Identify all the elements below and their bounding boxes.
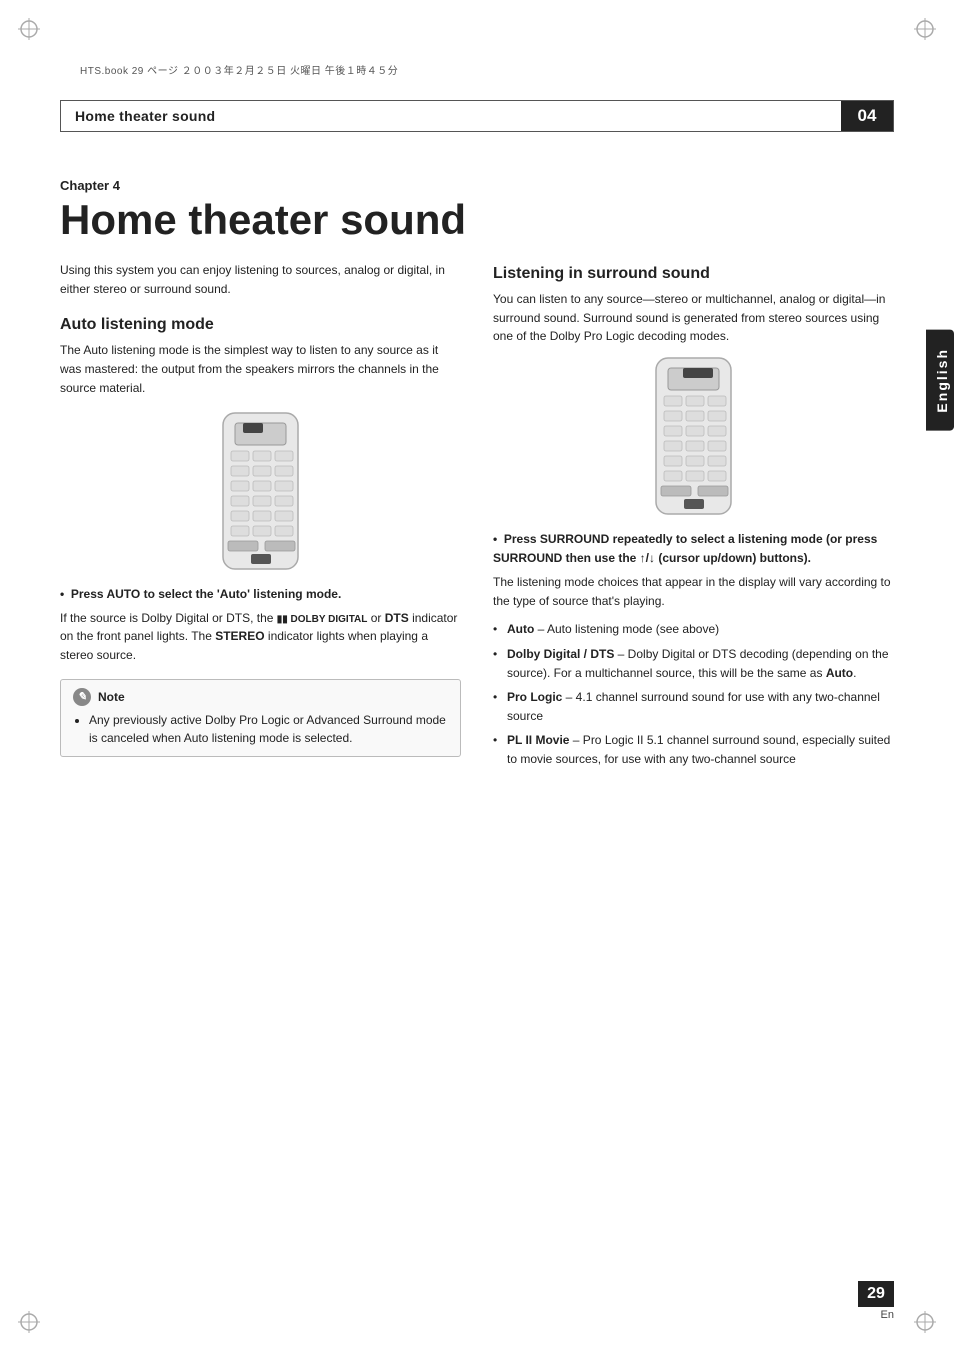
auto-bullet-text: • Press AUTO to select the 'Auto' listen… (60, 585, 461, 604)
reg-mark-bl (18, 1311, 40, 1333)
reg-mark-tr (914, 18, 936, 40)
right-column: Listening in surround sound You can list… (493, 261, 894, 774)
note-box: ✎ Note Any previously active Dolby Pro L… (60, 679, 461, 757)
surround-bullet-instruction: • Press SURROUND repeatedly to select a … (493, 530, 894, 610)
page-number: 29 (858, 1281, 894, 1307)
auto-section-body: The Auto listening mode is the simplest … (60, 341, 461, 397)
remote-image-right (493, 356, 894, 516)
auto-section-title: Auto listening mode (60, 316, 461, 334)
chapter-number-badge: 04 (841, 101, 893, 131)
english-tab: English (926, 330, 954, 431)
note-list: Any previously active Dolby Pro Logic or… (73, 711, 448, 748)
page-lang: En (881, 1309, 894, 1321)
surround-list-item-2: Pro Logic – 4.1 channel surround sound f… (493, 688, 894, 725)
auto-bullet-instruction: • Press AUTO to select the 'Auto' listen… (60, 585, 461, 664)
left-column: Using this system you can enjoy listenin… (60, 261, 461, 774)
reg-mark-br (914, 1311, 936, 1333)
reg-mark-tl (18, 18, 40, 40)
surround-list-item-0: Auto – Auto listening mode (see above) (493, 620, 894, 639)
intro-text: Using this system you can enjoy listenin… (60, 261, 461, 298)
meta-line: HTS.book 29 ページ ２００３年２月２５日 火曜日 午後１時４５分 (80, 62, 398, 77)
header-bar: Home theater sound 04 (60, 100, 894, 132)
note-item: Any previously active Dolby Pro Logic or… (89, 711, 448, 748)
surround-bullet-detail: The listening mode choices that appear i… (493, 573, 894, 610)
note-header: ✎ Note (73, 688, 448, 706)
remote-image-left (60, 411, 461, 571)
surround-list-item-3: PL II Movie – Pro Logic II 5.1 channel s… (493, 731, 894, 768)
page-footer: 29 En (858, 1281, 894, 1321)
surround-bullet-text: • Press SURROUND repeatedly to select a … (493, 530, 894, 567)
main-title: Home theater sound (60, 197, 894, 243)
content-area: Chapter 4 Home theater sound Using this … (60, 148, 894, 1271)
surround-mode-list: Auto – Auto listening mode (see above) D… (493, 620, 894, 768)
two-column-layout: Using this system you can enjoy listenin… (60, 261, 894, 774)
note-icon: ✎ (73, 688, 91, 706)
surround-list-item-1: Dolby Digital / DTS – Dolby Digital or D… (493, 645, 894, 682)
auto-bullet-detail: If the source is Dolby Digital or DTS, t… (60, 609, 461, 665)
surround-section-body: You can listen to any source—stereo or m… (493, 290, 894, 346)
surround-section-title: Listening in surround sound (493, 265, 894, 283)
chapter-label: Chapter 4 (60, 178, 894, 193)
header-title: Home theater sound (61, 108, 215, 124)
